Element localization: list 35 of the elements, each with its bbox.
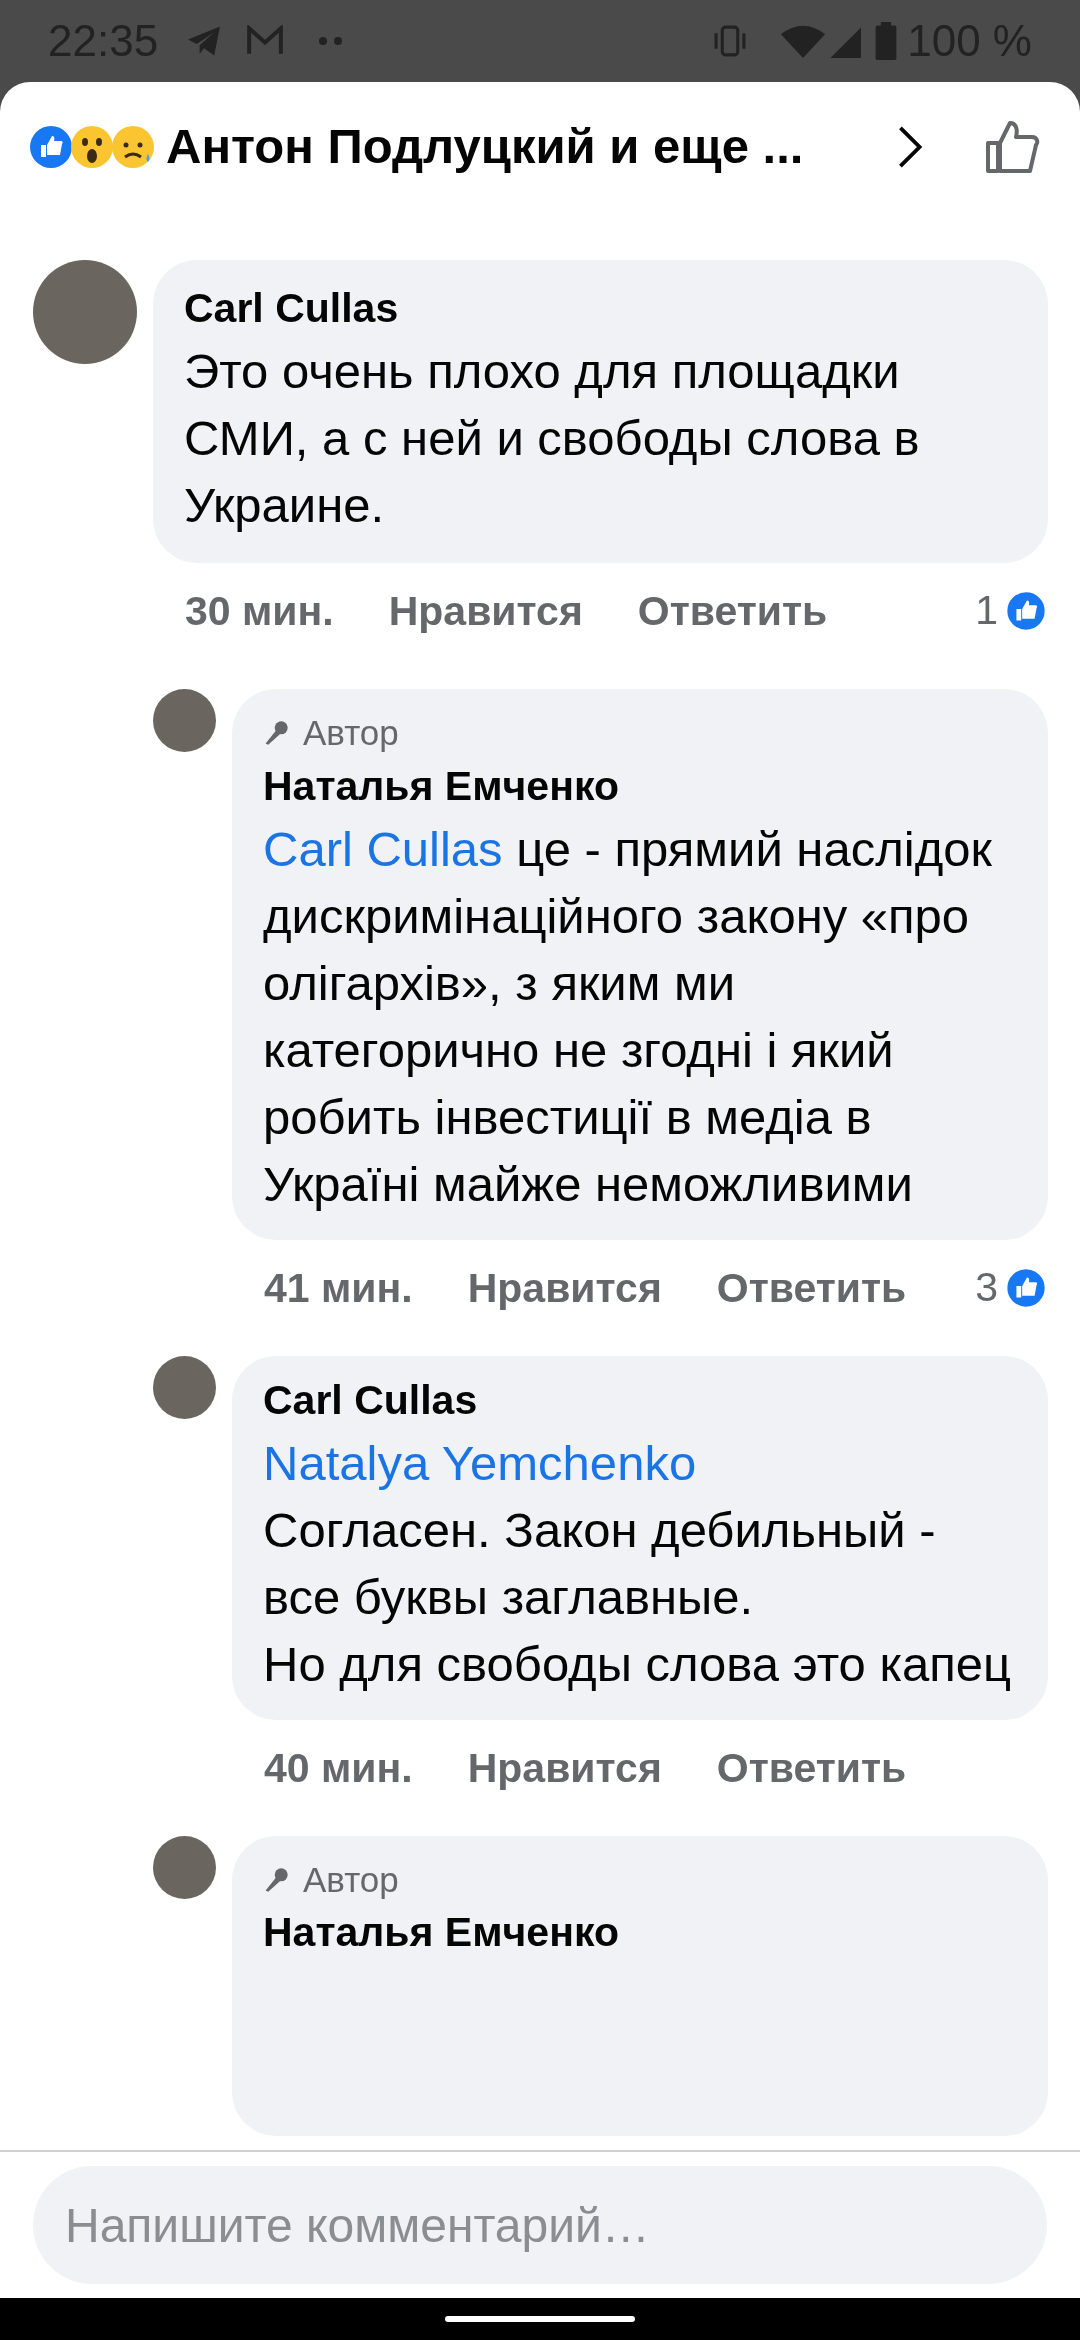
author-name[interactable]: Carl Cullas bbox=[263, 1373, 1017, 1426]
comment-time: 40 мин. bbox=[264, 1743, 413, 1793]
comment-input[interactable]: Напишите комментарий… bbox=[33, 2166, 1047, 2284]
wifi-icon bbox=[779, 24, 828, 58]
chevron-right-icon[interactable] bbox=[896, 124, 924, 170]
reply-link[interactable]: Ответить bbox=[637, 577, 828, 645]
reaction-count: 3 bbox=[975, 1262, 998, 1312]
telegram-icon bbox=[186, 25, 223, 57]
author-name[interactable]: Наталья Емченко bbox=[263, 759, 1017, 812]
microphone-icon bbox=[263, 1866, 289, 1893]
comment-text: Carl Cullas це - прямий наслідок дискримінаційного закону «про олігархів», з яким ми категорично не згодні і який робить інвестиції в медіа в Україні майже неможливими bbox=[263, 820, 993, 1213]
reply-link[interactable]: Ответить bbox=[716, 1253, 907, 1322]
comment-time: 30 мин. bbox=[185, 587, 334, 636]
author-label: Автор bbox=[303, 712, 399, 754]
author-name[interactable]: Carl Cullas bbox=[184, 282, 1017, 334]
reaction-emojis-icon bbox=[28, 124, 156, 170]
like-reaction-icon bbox=[1004, 589, 1048, 633]
mention-link[interactable]: Natalya Yemchenko bbox=[263, 1435, 697, 1490]
like-link[interactable]: Нравится bbox=[467, 1253, 662, 1322]
mail-icon bbox=[246, 25, 285, 57]
author-label: Автор bbox=[303, 1858, 399, 1901]
battery-icon bbox=[875, 22, 898, 60]
mention-link[interactable]: Carl Cullas bbox=[263, 821, 503, 876]
more-dots-icon bbox=[318, 36, 345, 46]
reactors-title[interactable]: Антон Подлуцкий и еще ... bbox=[166, 110, 804, 184]
thumbs-up-icon[interactable] bbox=[986, 119, 1040, 175]
microphone-icon bbox=[263, 720, 289, 747]
like-link[interactable]: Нравится bbox=[467, 1733, 662, 1802]
reaction-count: 1 bbox=[975, 586, 998, 636]
comment-text: Это очень плохо для площадки СМИ, а с ней и свободы слова в Украине. bbox=[184, 343, 921, 534]
author-name[interactable]: Наталья Емченко bbox=[263, 1906, 1017, 1958]
like-link[interactable]: Нравится bbox=[388, 577, 583, 645]
comment-text: Natalya Yemchenko Согласен. Закон дебильный - все буквы заглавные. Но для свободы слова это капец bbox=[263, 1434, 1012, 1693]
reply-link[interactable]: Ответить bbox=[716, 1733, 907, 1802]
comment-time: 41 мин. bbox=[264, 1263, 413, 1313]
